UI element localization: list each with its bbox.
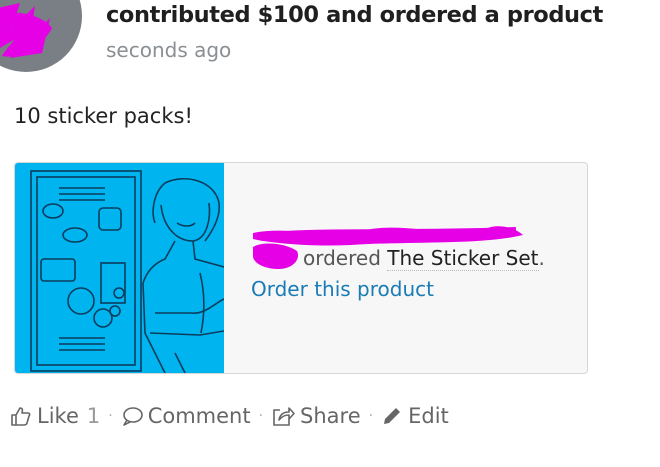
- separator: ·: [368, 408, 374, 424]
- product-card[interactable]: ordered The Sticker Set. Order this prod…: [14, 162, 588, 374]
- thumbs-up-icon: [11, 407, 31, 426]
- comment-label: Comment: [147, 404, 251, 428]
- share-button[interactable]: Share: [271, 404, 361, 428]
- product-image[interactable]: [15, 163, 224, 373]
- comment-button[interactable]: Comment: [121, 404, 251, 428]
- edit-label: Edit: [408, 404, 449, 428]
- period: .: [538, 246, 545, 270]
- like-button[interactable]: Like 1: [10, 404, 100, 428]
- avatar[interactable]: [0, 0, 82, 72]
- avatar-redaction: [0, 3, 52, 58]
- like-label: Like: [37, 404, 79, 428]
- order-info: ordered The Sticker Set. Order this prod…: [251, 221, 571, 301]
- sticker-locker-illustration: [30, 170, 224, 373]
- pencil-icon: [384, 408, 401, 424]
- edit-button[interactable]: Edit: [381, 404, 449, 428]
- redacted-name-fragment: [253, 243, 299, 269]
- product-name[interactable]: The Sticker Set: [387, 246, 539, 271]
- activity-headline: contributed $100 and ordered a product: [106, 2, 603, 28]
- comment-icon: [122, 407, 143, 426]
- separator: ·: [108, 408, 113, 424]
- like-count: 1: [86, 404, 101, 428]
- timestamp[interactable]: seconds ago: [106, 38, 231, 62]
- ordered-text: ordered: [303, 246, 381, 270]
- order-line: ordered The Sticker Set.: [251, 243, 571, 273]
- separator: ·: [258, 408, 264, 424]
- order-product-link[interactable]: Order this product: [251, 277, 571, 301]
- share-label: Share: [300, 404, 361, 428]
- share-icon: [273, 407, 295, 426]
- action-bar: Like 1 · Comment · Share · Edit: [10, 404, 449, 428]
- post-text: 10 sticker packs!: [14, 104, 193, 128]
